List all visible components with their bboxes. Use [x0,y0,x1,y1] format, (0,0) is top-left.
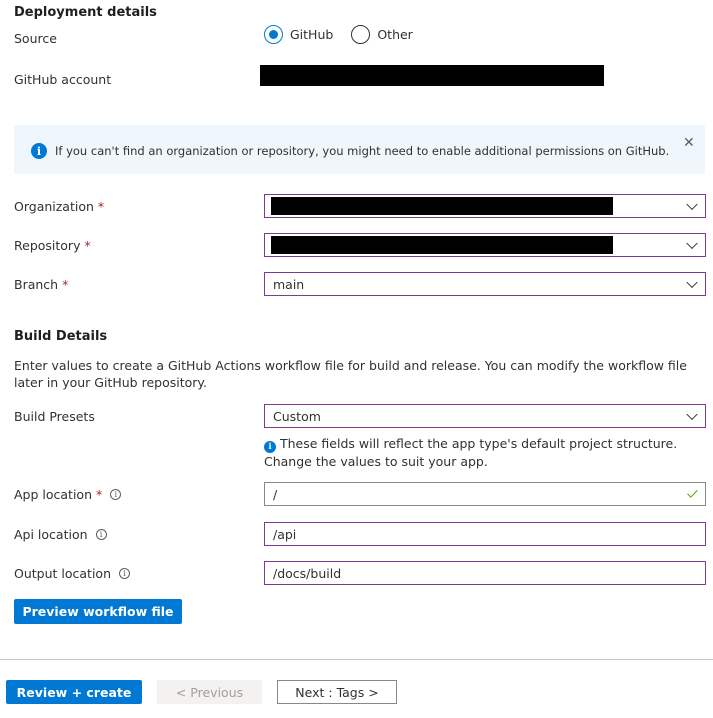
chevron-down-icon [686,408,698,421]
source-radio-group: GitHub Other [264,25,413,44]
build-presets-hint-text: These fields will reflect the app type's… [264,436,678,469]
build-details-description: Enter values to create a GitHub Actions … [14,358,687,390]
checkmark-icon [687,487,698,498]
info-tooltip-icon[interactable]: i [110,489,122,500]
info-tooltip-icon[interactable]: i [95,529,107,540]
app-location-input[interactable]: / [264,482,706,506]
api-location-input[interactable]: /api [264,522,706,546]
output-location-input[interactable]: /docs/build [264,561,706,585]
repository-label-text: Repository [14,238,81,253]
info-tooltip-icon[interactable]: i [119,568,130,579]
github-account-redacted [260,65,604,86]
repository-dropdown[interactable] [264,233,706,257]
info-icon: i [264,440,276,453]
required-mark: * [62,277,69,292]
output-location-label: Output location i [14,566,130,581]
footer-divider [0,659,713,660]
repository-redacted [271,236,613,254]
branch-label-text: Branch [14,277,59,292]
chevron-down-icon [686,237,698,250]
organization-dropdown[interactable] [264,194,706,218]
api-location-label-text: Api location [14,527,88,542]
build-presets-value: Custom [273,408,321,424]
branch-dropdown[interactable]: main [264,272,706,296]
app-location-value: / [273,486,278,502]
api-location-label: Api location i [14,527,107,542]
github-radio[interactable] [264,25,283,44]
other-radio[interactable] [351,25,371,44]
next-tags-button[interactable]: Next : Tags > [277,680,397,704]
github-account-label: GitHub account [14,72,112,87]
permissions-infobar: i If you can't find an organization or r… [14,125,705,174]
infobar-message: If you can't find an organization or rep… [55,144,670,158]
organization-redacted [271,197,613,215]
close-icon[interactable]: ✕ [683,136,695,150]
branch-label: Branch * [14,277,68,292]
chevron-down-icon [686,276,698,289]
api-location-value: /api [273,526,297,542]
preview-workflow-button[interactable]: Preview workflow file [14,599,182,624]
source-option-other[interactable]: Other [351,25,413,44]
review-create-button[interactable]: Review + create [6,680,142,704]
previous-button[interactable]: < Previous [157,680,262,704]
required-mark: * [96,487,103,502]
organization-label: Organization * [14,199,104,214]
other-radio-label[interactable]: Other [377,27,413,42]
chevron-down-icon [686,198,698,211]
build-presets-hint: i These fields will reflect the app type… [264,435,704,470]
info-icon: i [31,143,47,159]
deployment-details-heading: Deployment details [14,5,157,20]
required-mark: * [84,238,91,253]
organization-label-text: Organization [14,199,94,214]
app-location-label: App location * i [14,487,122,502]
repository-label: Repository * [14,238,91,253]
output-location-label-text: Output location [14,566,111,581]
build-presets-label: Build Presets [14,409,95,424]
source-option-github[interactable]: GitHub [264,25,333,44]
required-mark: * [97,199,105,214]
app-location-label-text: App location [14,487,92,502]
build-details-heading: Build Details [14,329,108,344]
branch-value: main [273,276,305,292]
github-radio-label[interactable]: GitHub [290,27,333,42]
source-label: Source [14,31,57,46]
output-location-value: /docs/build [273,565,342,581]
build-presets-dropdown[interactable]: Custom [264,404,706,428]
